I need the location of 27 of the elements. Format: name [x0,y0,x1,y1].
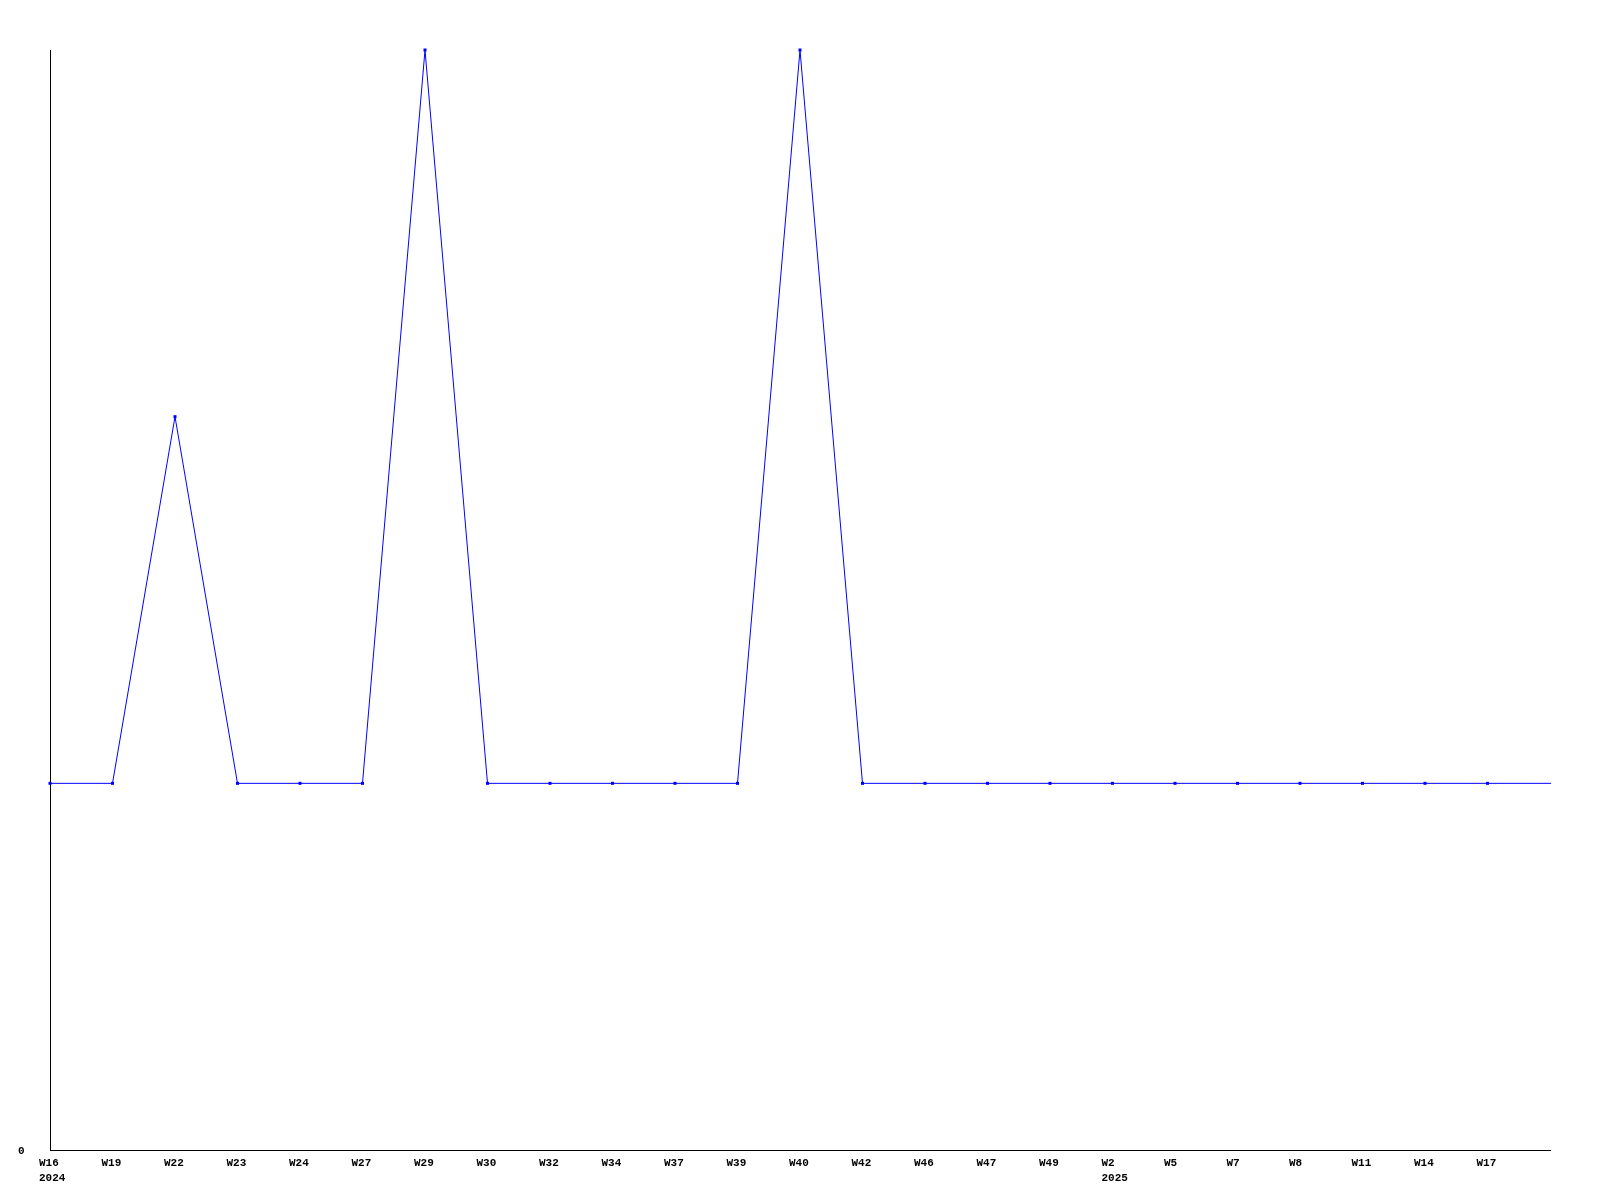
x-tick-label: W29 [414,1157,434,1169]
x-tick-label: W19 [101,1157,122,1169]
x-tick-label: W17 [1476,1157,1497,1169]
x-tick-label: W27 [351,1157,372,1169]
year-label: 2025 [1101,1172,1128,1184]
x-tick-label: W34 [601,1157,622,1169]
x-tick-label: W32 [539,1157,559,1169]
x-tick-label: W37 [664,1157,684,1169]
y-tick-label: 0 [18,1145,25,1157]
x-tick-label: W42 [851,1157,872,1169]
x-tick-label: W40 [789,1157,809,1169]
x-tick-label: W30 [476,1157,497,1169]
x-tick-label: W47 [976,1157,997,1169]
x-tick-label: W5 [1164,1157,1178,1169]
x-tick-label: W16 [39,1157,59,1169]
x-tick-label: W2 [1101,1157,1115,1169]
x-tick-label: W22 [164,1157,184,1169]
x-tick-label: W46 [914,1157,934,1169]
x-tick-label: W7 [1226,1157,1240,1169]
x-tick-label: W11 [1351,1157,1372,1169]
x-tick-label: W8 [1289,1157,1303,1169]
year-label: 2024 [39,1172,66,1184]
x-tick-label: W23 [226,1157,247,1169]
x-tick-label: W39 [726,1157,747,1169]
x-tick-label: W49 [1039,1157,1059,1169]
x-tick-label: W14 [1414,1157,1434,1169]
x-tick-label: W24 [289,1157,309,1169]
